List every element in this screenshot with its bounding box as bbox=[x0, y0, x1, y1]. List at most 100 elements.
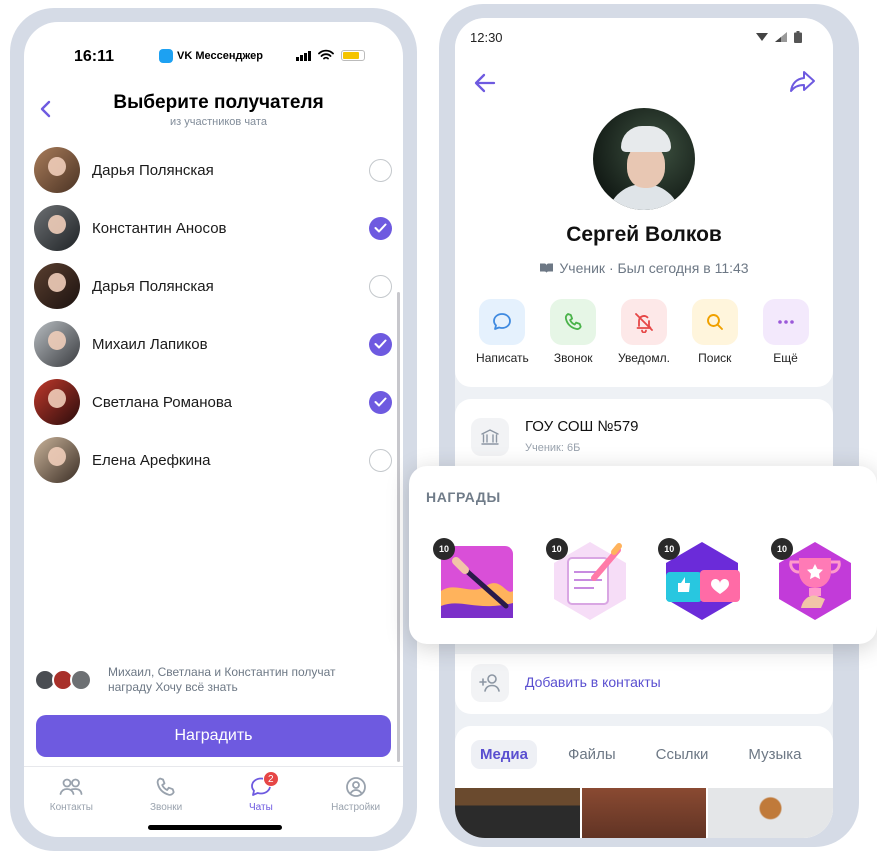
action-more[interactable]: Ещё bbox=[750, 299, 821, 365]
right-phone-frame: 12:30 Сергей Волков Ученик · Был сегодня… bbox=[439, 4, 859, 847]
back-arrow-icon[interactable] bbox=[473, 72, 497, 94]
left-phone-screen: 16:11 VK Мессенджер Выберите получателя … bbox=[24, 22, 403, 837]
contacts-icon bbox=[59, 778, 83, 795]
action-label: Поиск bbox=[698, 351, 732, 365]
profile-actions: Написать Звонок Уведомл. Поиск Ещё bbox=[467, 299, 821, 365]
contact-row[interactable]: Дарья Полянская bbox=[34, 262, 394, 310]
checkbox-checked[interactable] bbox=[369, 390, 392, 414]
profile-name: Сергей Волков bbox=[566, 223, 722, 246]
contact-row[interactable]: Михаил Лапиков bbox=[34, 320, 394, 368]
avatar bbox=[70, 669, 92, 691]
awards-card: НАГРАДЫ 10 10 10 10 bbox=[409, 466, 877, 644]
signal-icon bbox=[775, 32, 787, 42]
award-level: 10 bbox=[545, 538, 568, 560]
wifi-icon bbox=[756, 33, 768, 41]
avatar bbox=[34, 263, 80, 309]
action-icon-bg bbox=[691, 299, 738, 345]
school-class: Ученик: 6Б bbox=[525, 442, 581, 454]
award-badge[interactable]: 10 bbox=[769, 536, 861, 626]
tab-settings[interactable]: Настройки bbox=[308, 767, 403, 816]
media-thumbnail[interactable] bbox=[708, 788, 833, 838]
action-icon-bg bbox=[762, 299, 809, 345]
action-search[interactable]: Поиск bbox=[679, 299, 750, 365]
vk-logo-icon bbox=[159, 49, 173, 63]
wifi-icon bbox=[318, 49, 334, 60]
contact-row[interactable]: Константин Аносов bbox=[34, 204, 394, 252]
media-tabs: Медиа Файлы Ссылки Музыка bbox=[471, 740, 810, 769]
profile-header-card: 12:30 Сергей Волков Ученик · Был сегодня… bbox=[455, 18, 833, 387]
tab-media[interactable]: Медиа bbox=[471, 740, 537, 769]
page-title: Выберите получателя bbox=[113, 92, 324, 113]
contact-row[interactable]: Дарья Полянская bbox=[34, 146, 394, 194]
tab-label: Контакты bbox=[49, 802, 93, 813]
tab-label: Звонки bbox=[149, 802, 183, 813]
avatar bbox=[34, 147, 80, 193]
home-indicator bbox=[148, 825, 282, 830]
award-badge[interactable]: 10 bbox=[656, 536, 748, 626]
media-grid bbox=[455, 788, 833, 838]
tab-label: Настройки bbox=[331, 802, 381, 813]
awards-title: НАГРАДЫ bbox=[426, 489, 501, 505]
action-icon-bg bbox=[620, 299, 667, 345]
selection-summary: Михаил, Светлана и Константин получат на… bbox=[34, 665, 394, 695]
scrollbar[interactable] bbox=[397, 292, 400, 762]
media-thumbnail[interactable] bbox=[455, 788, 580, 838]
award-level: 10 bbox=[770, 538, 793, 560]
tab-links[interactable]: Ссылки bbox=[647, 740, 718, 769]
award-badge[interactable]: 10 bbox=[544, 536, 636, 626]
tab-contacts[interactable]: Контакты bbox=[24, 767, 119, 816]
action-icon-bg bbox=[479, 299, 526, 345]
tab-files[interactable]: Файлы bbox=[559, 740, 625, 769]
media-card: Медиа Файлы Ссылки Музыка bbox=[455, 726, 833, 838]
action-notifications[interactable]: Уведомл. bbox=[609, 299, 680, 365]
profile-avatar[interactable] bbox=[593, 108, 695, 210]
add-user-icon bbox=[471, 664, 509, 702]
checkbox[interactable] bbox=[369, 274, 392, 298]
checkbox-checked[interactable] bbox=[369, 216, 392, 240]
action-message[interactable]: Написать bbox=[467, 299, 538, 365]
contact-row[interactable]: Светлана Романова bbox=[34, 378, 394, 426]
checkbox[interactable] bbox=[369, 448, 392, 472]
contact-row[interactable]: Елена Арефкина bbox=[34, 436, 394, 484]
status-icons bbox=[296, 49, 365, 61]
action-call[interactable]: Звонок bbox=[538, 299, 609, 365]
status-bar: 16:11 VK Мессенджер bbox=[24, 22, 403, 66]
tab-calls[interactable]: Звонки bbox=[119, 767, 214, 816]
school-icon bbox=[471, 418, 509, 456]
status-app-label: VK Мессенджер bbox=[177, 50, 263, 62]
left-phone-frame: 16:11 VK Мессенджер Выберите получателя … bbox=[10, 8, 417, 851]
selection-note: Михаил, Светлана и Константин получат на… bbox=[108, 665, 336, 694]
message-icon bbox=[493, 313, 512, 330]
book-icon bbox=[540, 263, 554, 273]
right-phone-screen: 12:30 Сергей Волков Ученик · Был сегодня… bbox=[455, 18, 833, 838]
settings-icon bbox=[345, 777, 366, 797]
status-app: VK Мессенджер bbox=[159, 49, 263, 63]
checkbox[interactable] bbox=[369, 158, 392, 182]
contact-name: Константин Аносов bbox=[92, 219, 227, 237]
media-thumbnail[interactable] bbox=[581, 788, 707, 838]
status-time: 12:30 bbox=[470, 30, 503, 45]
share-icon[interactable] bbox=[789, 68, 817, 94]
phone-icon bbox=[565, 313, 582, 330]
checkmark-icon bbox=[374, 223, 387, 233]
profile-status: Ученик · Был сегодня в 11:43 bbox=[455, 260, 833, 276]
checkbox-checked[interactable] bbox=[369, 332, 392, 356]
contact-name: Михаил Лапиков bbox=[92, 335, 208, 353]
contact-name: Елена Арефкина bbox=[92, 451, 211, 469]
add-contact-link[interactable]: Добавить в контакты bbox=[525, 674, 661, 690]
school-name: ГОУ СОШ №579 bbox=[525, 418, 639, 435]
reward-button[interactable]: Наградить bbox=[36, 715, 391, 757]
awards-list: 10 10 10 10 bbox=[431, 536, 861, 626]
award-badge[interactable]: 10 bbox=[431, 536, 523, 626]
tab-music[interactable]: Музыка bbox=[739, 740, 810, 769]
signal-icon bbox=[296, 50, 311, 61]
action-label: Звонок bbox=[553, 351, 593, 365]
selected-avatars bbox=[34, 669, 102, 691]
tab-chats[interactable]: 2 Чаты bbox=[214, 767, 309, 816]
add-contact-card[interactable]: Добавить в контакты bbox=[455, 654, 833, 714]
more-icon bbox=[777, 320, 794, 324]
status-time: 16:11 bbox=[74, 48, 115, 65]
action-icon-bg bbox=[550, 299, 597, 345]
bell-off-icon bbox=[635, 313, 653, 333]
tab-label: Чаты bbox=[248, 802, 273, 813]
